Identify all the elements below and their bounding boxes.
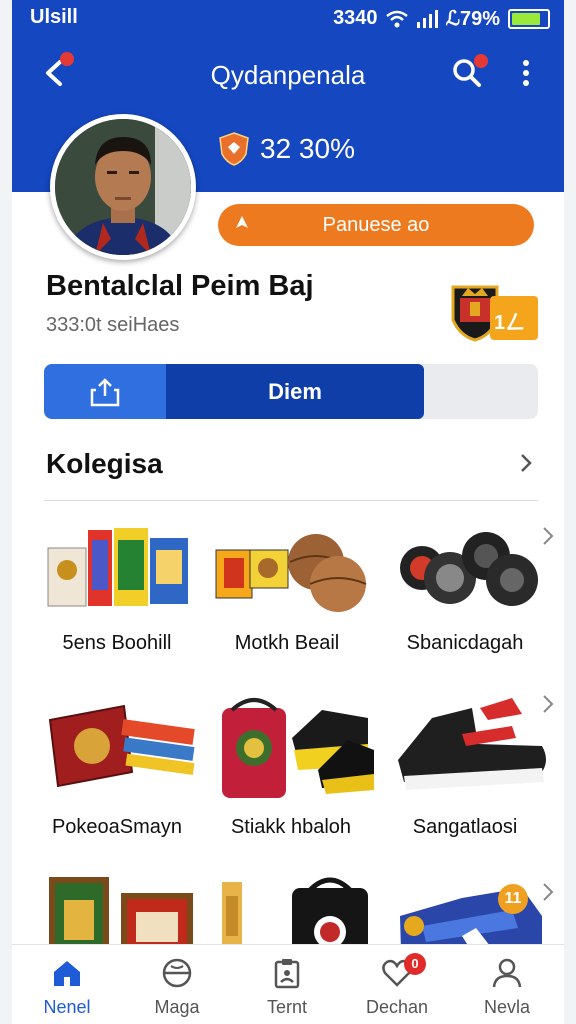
category-item-label: Motkh Beail — [234, 632, 340, 654]
wifi-icon — [385, 10, 408, 27]
app-bar: Qydanpenala — [12, 46, 564, 106]
active-tab[interactable]: Diem — [166, 364, 424, 419]
nav-label: Ternt — [266, 997, 308, 1017]
nav-item-dechan[interactable]: 0 Dechan — [342, 945, 452, 1024]
category-item-image[interactable] — [212, 520, 372, 640]
chevron-right-icon[interactable] — [540, 692, 556, 716]
category-item-image[interactable] — [46, 690, 206, 810]
chevron-right-icon[interactable] — [540, 524, 556, 548]
category-item-label: Sangatlaosi — [412, 816, 518, 838]
section-title: Kolegisa — [46, 448, 163, 479]
ball-icon — [162, 958, 192, 988]
category-item-label: Sbanicdagah — [406, 632, 524, 654]
premium-button[interactable]: Panuese ao — [218, 204, 534, 246]
segmented-control: Diem — [44, 364, 538, 419]
chevron-right-icon[interactable] — [516, 450, 536, 476]
stat-display: 32 30% — [218, 132, 355, 166]
nav-label: Maga — [154, 997, 200, 1017]
section-divider — [44, 500, 538, 501]
profile-name: Bentalclal Peim Baj — [46, 270, 314, 302]
chevron-right-icon[interactable] — [540, 880, 556, 904]
nav-label: Dechan — [365, 997, 429, 1017]
carrier-label: Ulsill — [30, 6, 78, 28]
signal-icon — [416, 9, 438, 28]
category-item-label: 5ens Boohill — [62, 632, 172, 654]
battery-icon — [508, 8, 550, 29]
category-item-label: Stiakk hbaloh — [230, 816, 352, 838]
share-tab[interactable] — [44, 364, 166, 419]
category-item-image[interactable] — [392, 690, 552, 810]
nav-item-nevla[interactable]: Nevla — [452, 945, 562, 1024]
more-options-icon[interactable] — [516, 58, 536, 88]
bottom-navigation: Nenel Maga Ternt 0 Dechan Nevla — [12, 944, 564, 1024]
club-badge[interactable]: 1ㄥ — [450, 284, 540, 342]
device-frame: Ulsill 3340 ℒ79% Qydanpenala 32 30% Panu… — [0, 0, 576, 1024]
item-count-text: 11 — [504, 890, 522, 907]
battery-percent: ℒ79% — [445, 8, 500, 30]
avatar[interactable] — [50, 114, 196, 260]
share-icon — [90, 378, 120, 407]
premium-label: Panuese ao — [322, 214, 430, 236]
nav-item-ternt[interactable]: Ternt — [232, 945, 342, 1024]
nav-item-maga[interactable]: Maga — [122, 945, 232, 1024]
category-item-image[interactable] — [390, 520, 550, 640]
active-tab-label: Diem — [268, 379, 322, 404]
clock: 3340 — [333, 7, 378, 29]
nav-label: Nenel — [43, 997, 91, 1017]
profile-subtitle: 333:0t seiHaes — [46, 314, 180, 336]
notification-badge: 0 — [404, 953, 426, 975]
rating-tag: 1ㄥ — [490, 296, 538, 340]
category-item-image[interactable] — [218, 690, 378, 810]
stat-value: 32 30% — [260, 133, 355, 164]
home-icon — [54, 961, 80, 986]
status-bar: Ulsill 3340 ℒ79% — [12, 0, 564, 36]
person-icon — [492, 958, 522, 988]
item-count-badge: 11 — [498, 884, 528, 914]
search-notification-dot — [474, 54, 488, 68]
nav-label: Nevla — [483, 997, 531, 1017]
shield-icon — [219, 132, 249, 166]
nav-item-nenel[interactable]: Nenel — [12, 945, 122, 1024]
profile-photo — [55, 119, 191, 255]
category-item-image[interactable] — [46, 520, 206, 640]
notification-count: 0 — [411, 956, 419, 971]
rating-text: 1ㄥ — [494, 312, 526, 334]
app-screen: Ulsill 3340 ℒ79% Qydanpenala 32 30% Panu… — [12, 0, 564, 1024]
clipboard-icon — [274, 959, 300, 989]
category-item-label: PokeoaSmayn — [51, 816, 183, 838]
